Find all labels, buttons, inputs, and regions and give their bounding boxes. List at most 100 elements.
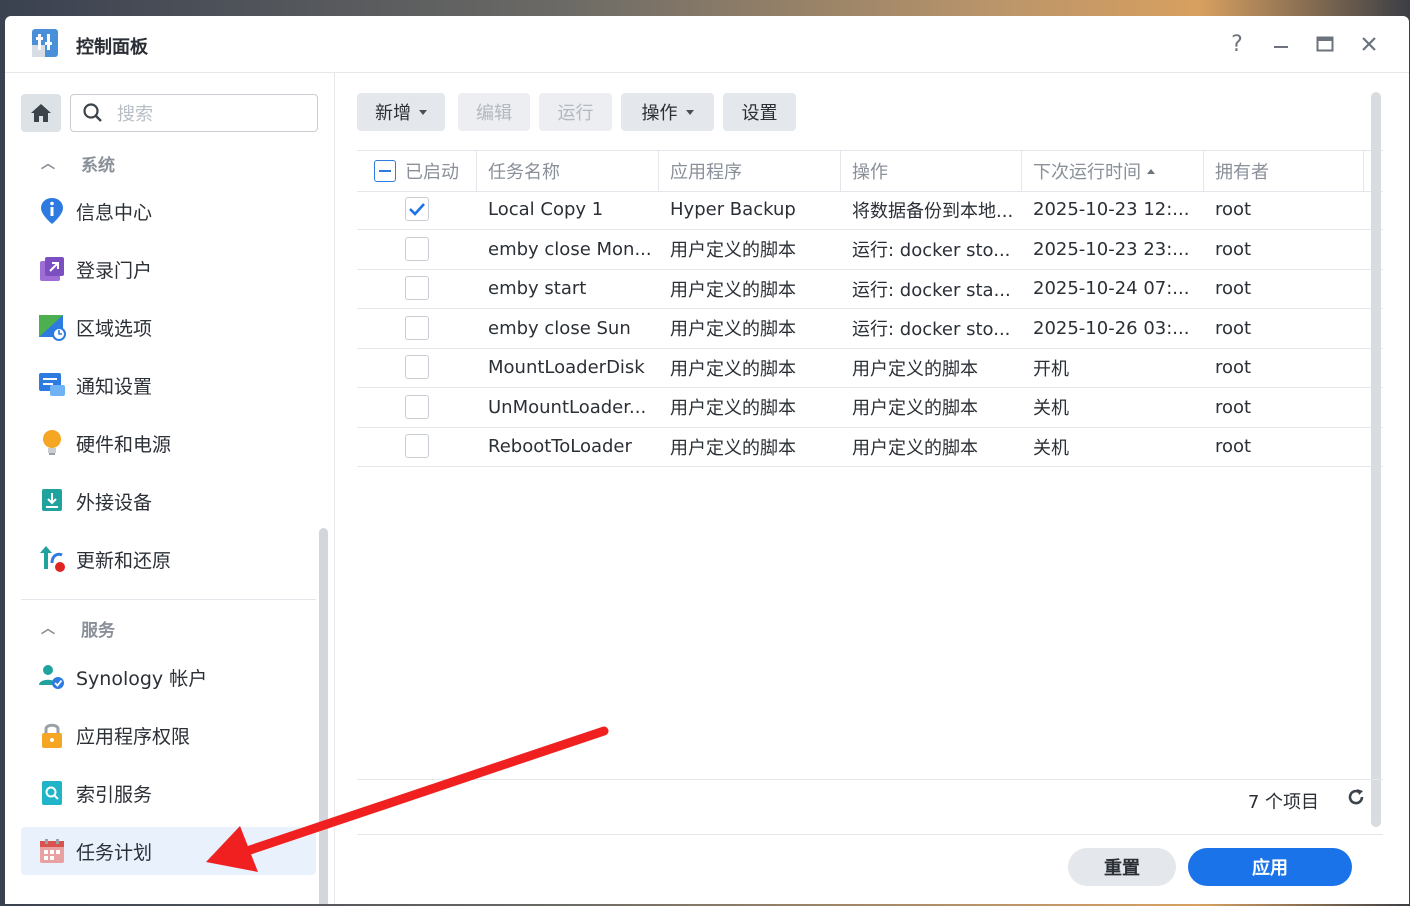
table-row[interactable]: emby close Sun 用户定义的脚本 运行: docker sto... 20…: [357, 309, 1383, 349]
reset-button[interactable]: 重置: [1068, 848, 1176, 886]
settings-button[interactable]: 设置: [723, 93, 796, 131]
home-icon: [31, 104, 51, 122]
sidebar-item-update-restore[interactable]: 更新和还原: [21, 535, 316, 583]
search-input[interactable]: [115, 101, 309, 127]
sidebar-item-external-devices[interactable]: 外接设备: [21, 477, 316, 525]
task-scheduler-icon: [38, 837, 66, 865]
sidebar-item-label: 更新和还原: [76, 549, 172, 572]
column-owner[interactable]: 拥有者: [1204, 151, 1364, 191]
login-portal-icon: [38, 255, 66, 283]
column-label: 下次运行时间: [1033, 162, 1141, 183]
table-scrollbar[interactable]: [1371, 92, 1381, 827]
table-row[interactable]: Local Copy 1 Hyper Backup 将数据备份到本地... 2025-…: [357, 190, 1383, 230]
cell-action: 运行: docker sto...: [852, 240, 1011, 261]
external-devices-icon: [38, 487, 66, 515]
cell-application: 用户定义的脚本: [670, 319, 796, 340]
column-application[interactable]: 应用程序: [659, 151, 841, 191]
help-icon[interactable]: ?: [1223, 30, 1251, 58]
sidebar-item-app-privileges[interactable]: 应用程序权限: [21, 711, 316, 759]
cell-action: 将数据备份到本地...: [852, 200, 1014, 222]
chevron-up-icon: ︿: [41, 621, 55, 637]
close-icon[interactable]: [1355, 30, 1383, 58]
sidebar-item-hardware-power[interactable]: 硬件和电源: [21, 419, 316, 467]
info-icon: [38, 197, 66, 225]
column-task-name[interactable]: 任务名称: [477, 151, 659, 191]
window-title: 控制面板: [76, 37, 148, 58]
create-button[interactable]: 新增: [357, 93, 445, 131]
create-label: 新增: [375, 103, 411, 124]
footer-divider: [357, 779, 1383, 780]
cell-task-name: MountLoaderDisk: [488, 357, 645, 378]
sidebar-item-label: 索引服务: [76, 783, 153, 806]
section-label: 服务: [81, 620, 115, 641]
cell-next-run-time: 2025-10-26 03:...: [1033, 317, 1190, 339]
action-label: 操作: [641, 103, 678, 124]
bottom-divider: [357, 834, 1383, 835]
cell-application: 用户定义的脚本: [670, 279, 796, 301]
cell-task-name: emby start: [488, 278, 587, 299]
sidebar-item-indexing-service[interactable]: 索引服务: [21, 769, 316, 817]
sort-ascending-icon: [1147, 168, 1155, 174]
sidebar: ︿ 系统 信息中心 登录门户 区域选项 通知设置: [5, 73, 335, 904]
enabled-checkbox[interactable]: [405, 197, 429, 221]
cell-action: 用户定义的脚本: [852, 358, 978, 380]
enabled-checkbox[interactable]: [405, 315, 429, 340]
edit-button[interactable]: 编辑: [458, 93, 530, 131]
enabled-checkbox[interactable]: [405, 394, 429, 419]
enabled-checkbox[interactable]: [405, 276, 429, 300]
cell-next-run-time: 关机: [1033, 398, 1069, 419]
item-count: 7 个项目: [1247, 792, 1319, 813]
column-enabled[interactable]: 已启动: [357, 151, 477, 191]
enabled-checkbox[interactable]: [405, 434, 429, 458]
sidebar-item-notification[interactable]: 通知设置: [21, 361, 316, 409]
select-all-checkbox[interactable]: [374, 160, 396, 182]
minimize-icon[interactable]: [1267, 30, 1295, 58]
sidebar-item-task-scheduler[interactable]: 任务计划: [21, 827, 316, 875]
sidebar-item-label: 通知设置: [76, 375, 153, 398]
cell-task-name: RebootToLoader: [488, 436, 632, 457]
control-panel-icon: [29, 27, 61, 59]
table-row[interactable]: UnMountLoader... 用户定义的脚本 用户定义的脚本 关机 root: [357, 388, 1383, 428]
enabled-checkbox[interactable]: [405, 355, 429, 379]
table-row[interactable]: MountLoaderDisk 用户定义的脚本 用户定义的脚本 开机 root: [357, 348, 1383, 388]
apply-button[interactable]: 应用: [1188, 848, 1352, 886]
cell-task-name: emby close Sun: [488, 317, 631, 339]
search-icon: [83, 103, 102, 122]
column-action[interactable]: 操作: [841, 151, 1022, 191]
cell-next-run-time: 2025-10-24 07:...: [1033, 278, 1190, 299]
sidebar-item-label: 应用程序权限: [76, 725, 191, 748]
cell-next-run-time: 2025-10-23 23:...: [1033, 238, 1190, 260]
table-row[interactable]: emby close Mon... 用户定义的脚本 运行: docker sto..…: [357, 230, 1383, 270]
sidebar-item-label: 硬件和电源: [76, 433, 172, 456]
section-label: 系统: [81, 155, 115, 176]
action-button[interactable]: 操作: [621, 93, 714, 131]
search-field[interactable]: [70, 94, 318, 132]
indeterminate-icon: [379, 170, 391, 172]
enabled-checkbox[interactable]: [405, 236, 429, 261]
home-button[interactable]: [21, 94, 61, 132]
refresh-icon[interactable]: [1346, 787, 1368, 811]
table-header: 已启动 任务名称 应用程序 操作 下次运行时间 拥有者: [357, 150, 1383, 192]
sidebar-item-label: Synology 帐户: [76, 667, 208, 690]
table-row[interactable]: emby start 用户定义的脚本 运行: docker sta... 2025-1…: [357, 269, 1383, 309]
maximize-icon[interactable]: [1311, 30, 1339, 58]
section-header-services[interactable]: ︿ 服务: [41, 616, 115, 641]
cell-owner: root: [1215, 199, 1252, 220]
sidebar-item-login-portal[interactable]: 登录门户: [21, 245, 316, 293]
run-button[interactable]: 运行: [539, 93, 612, 131]
sidebar-item-label: 任务计划: [76, 841, 153, 864]
column-label: 已启动: [405, 162, 459, 183]
cell-application: Hyper Backup: [670, 199, 796, 220]
sidebar-item-label: 外接设备: [76, 491, 153, 514]
sidebar-item-info-center[interactable]: 信息中心: [21, 187, 316, 235]
synology-account-icon: [38, 663, 66, 691]
sidebar-scrollbar[interactable]: [319, 528, 328, 904]
sidebar-item-synology-account[interactable]: Synology 帐户: [21, 653, 316, 701]
sidebar-item-regional-options[interactable]: 区域选项: [21, 303, 316, 351]
section-header-system[interactable]: ︿ 系统: [41, 151, 115, 176]
cell-next-run-time: 开机: [1033, 358, 1069, 380]
column-next-run-time[interactable]: 下次运行时间: [1022, 151, 1204, 191]
table-row[interactable]: RebootToLoader 用户定义的脚本 用户定义的脚本 关机 root: [357, 427, 1383, 467]
update-restore-icon: [38, 545, 66, 573]
checkmark-icon: [409, 203, 425, 216]
